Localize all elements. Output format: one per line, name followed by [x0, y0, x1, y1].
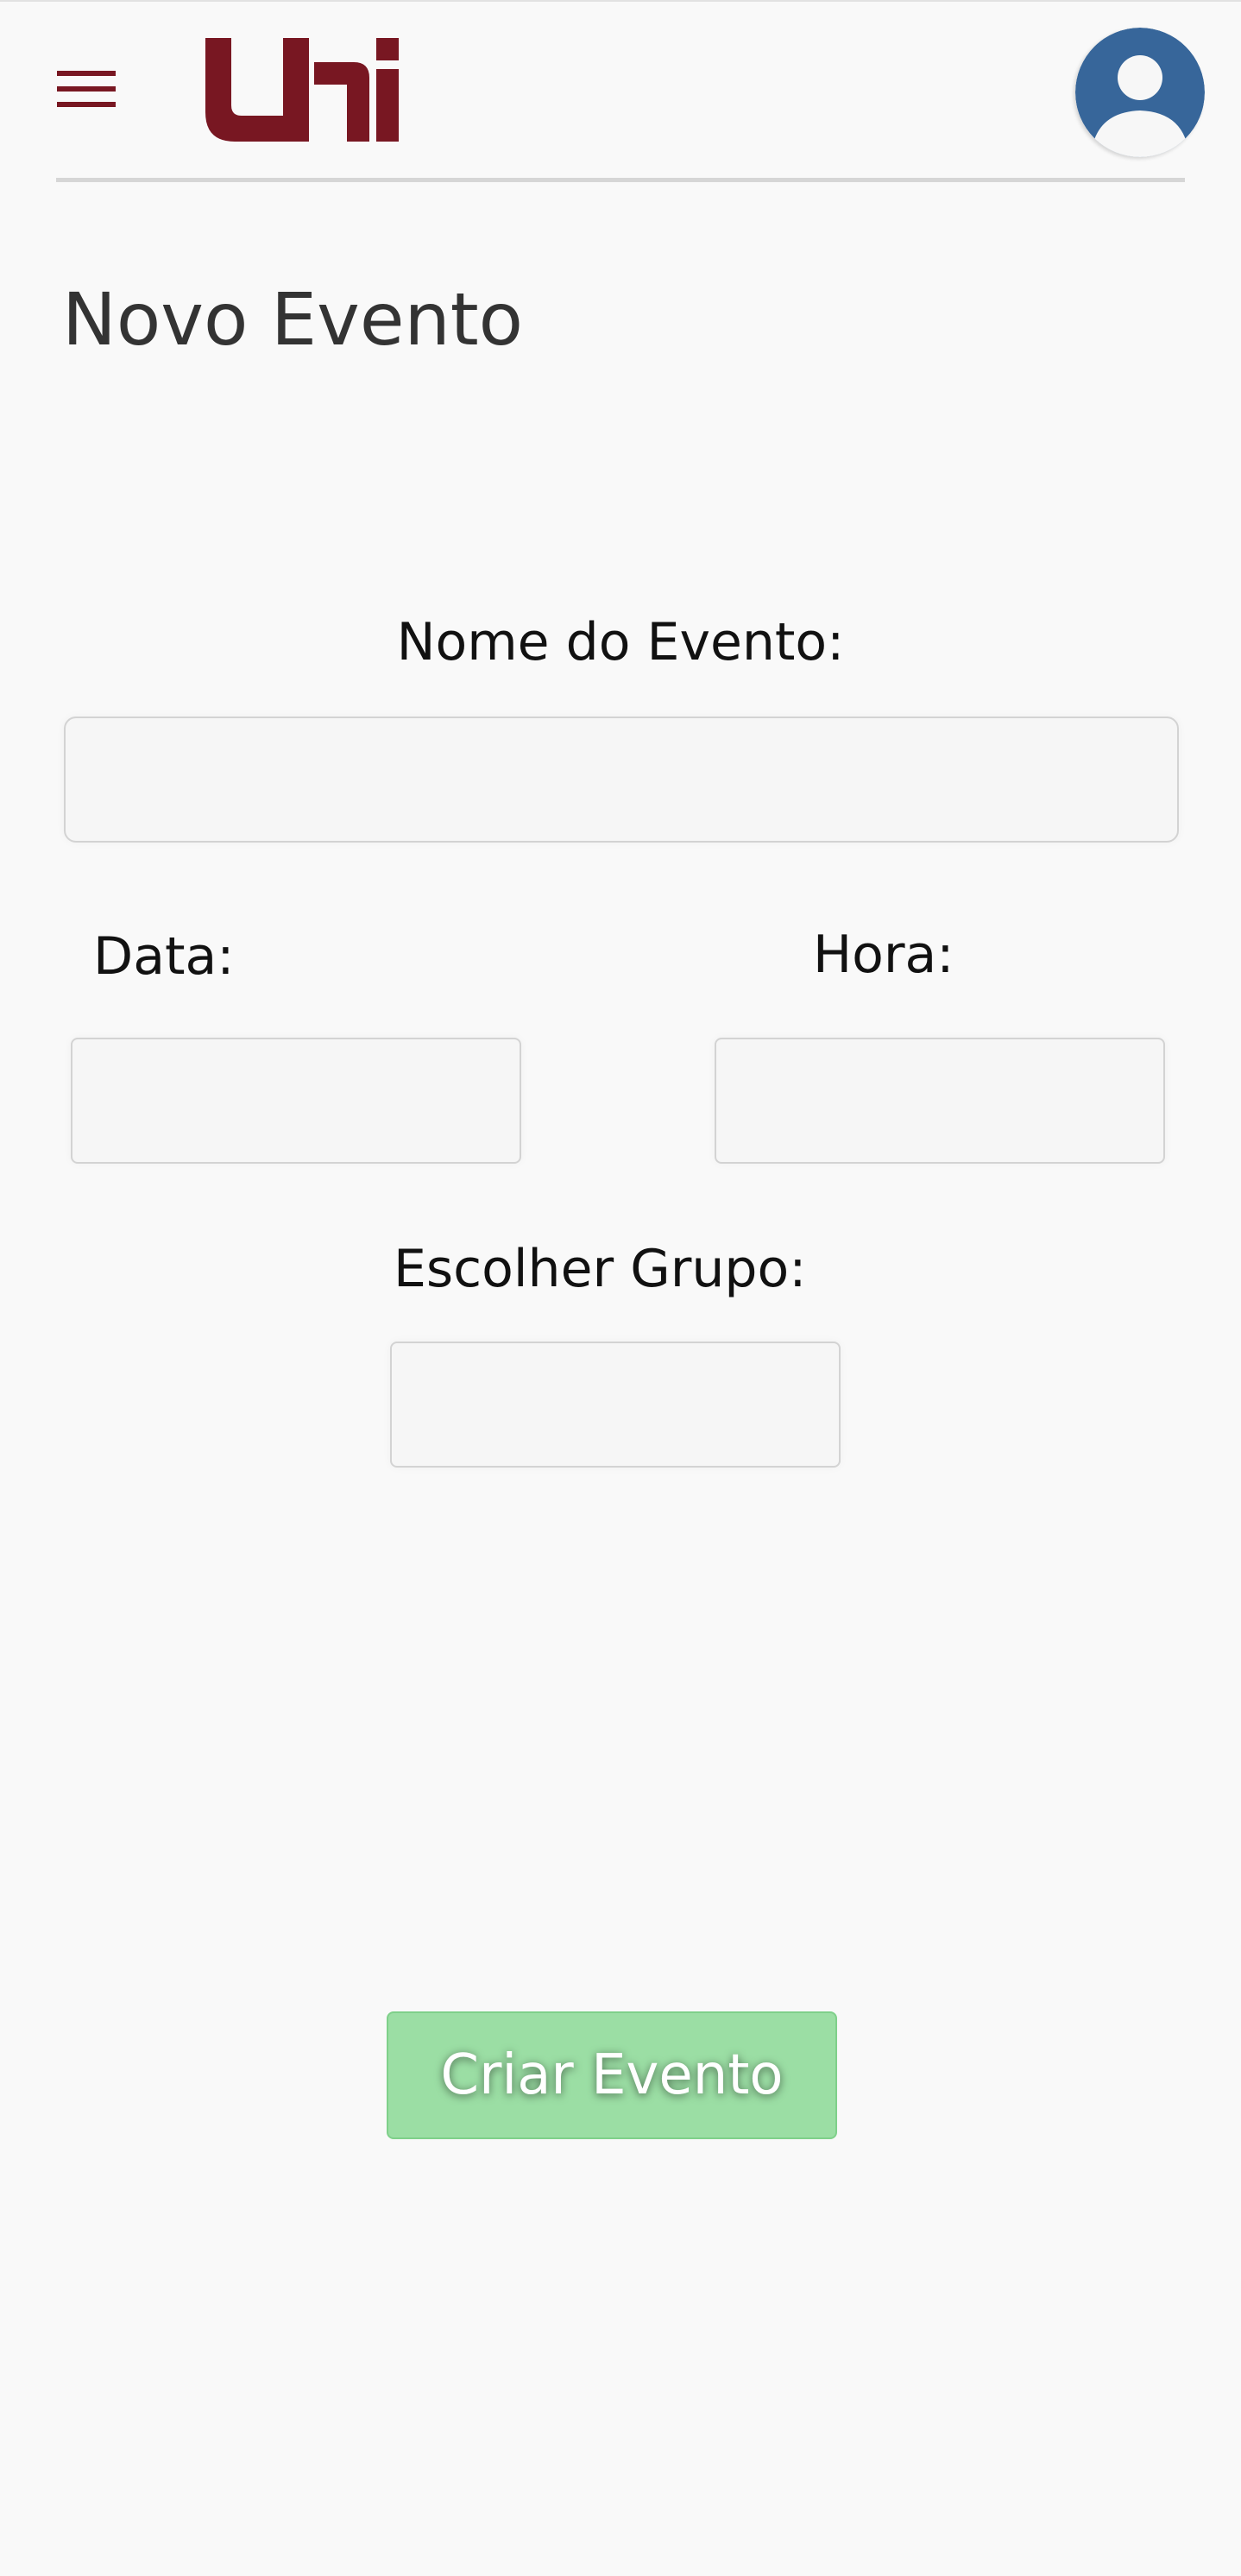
user-avatar-icon: [1075, 28, 1205, 157]
event-name-input[interactable]: [64, 717, 1179, 843]
group-input[interactable]: [390, 1342, 841, 1468]
event-name-label: Nome do Evento:: [396, 612, 845, 672]
time-label: Hora:: [813, 925, 954, 985]
header-divider: [56, 178, 1185, 182]
create-event-button[interactable]: Criar Evento: [387, 2011, 837, 2139]
hamburger-menu-icon: [57, 71, 116, 107]
date-input[interactable]: [71, 1038, 521, 1164]
group-label: Escolher Grupo:: [394, 1239, 807, 1299]
time-input[interactable]: [715, 1038, 1165, 1164]
menu-button[interactable]: [54, 66, 123, 117]
uni-logo-icon: [205, 38, 399, 142]
user-avatar-button[interactable]: [1075, 28, 1205, 157]
date-label: Data:: [93, 926, 235, 987]
brand-logo: [200, 33, 404, 145]
page-title: Novo Evento: [62, 277, 524, 362]
